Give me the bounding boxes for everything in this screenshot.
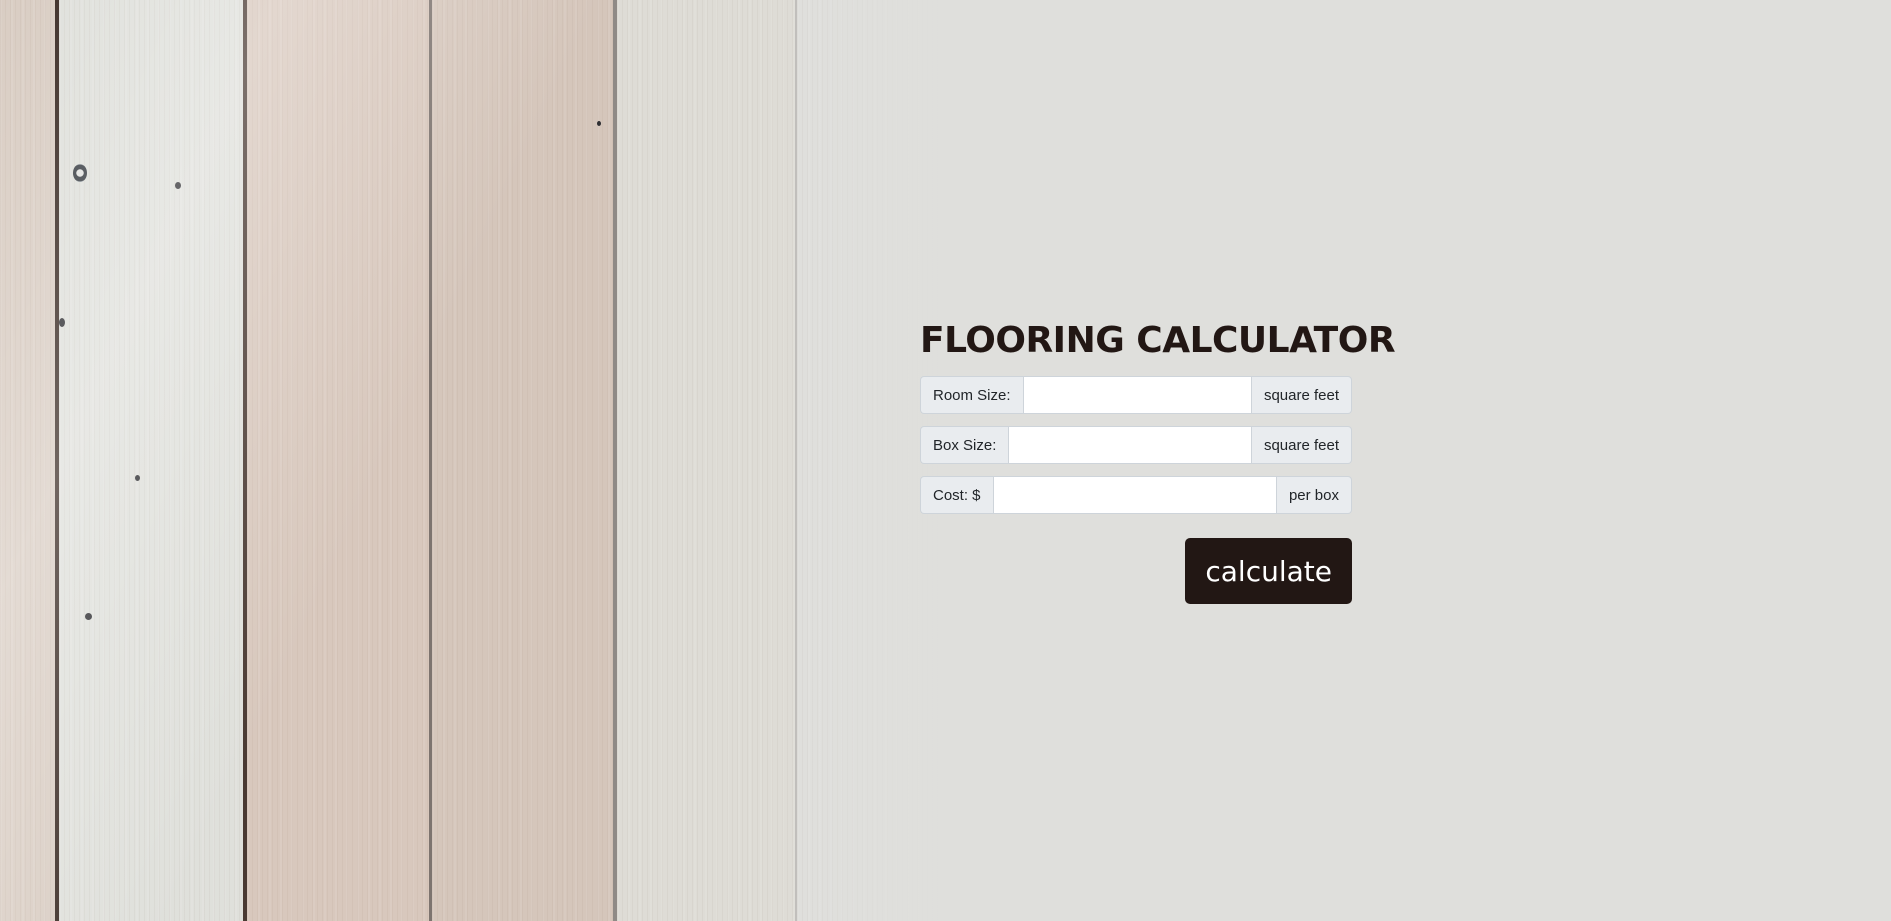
box-size-group: Box Size: square feet <box>920 426 1352 464</box>
wood-plank <box>247 0 429 921</box>
wood-knot <box>73 164 87 182</box>
room-size-input[interactable] <box>1022 376 1252 414</box>
plank-gap <box>55 0 59 921</box>
room-size-label: Room Size: <box>920 376 1023 414</box>
plank-gap <box>429 0 432 921</box>
page-title: FLOORING CALCULATOR <box>920 320 1396 361</box>
wood-plank <box>617 0 795 921</box>
cost-group: Cost: $ per box <box>920 476 1352 514</box>
wood-knot <box>85 613 92 620</box>
wood-knot <box>59 318 65 327</box>
wood-knot <box>175 182 181 189</box>
cost-unit: per box <box>1276 476 1352 514</box>
room-size-group: Room Size: square feet <box>920 376 1352 414</box>
actions-row: calculate <box>920 538 1352 604</box>
plank-gap <box>795 0 797 921</box>
box-size-label: Box Size: <box>920 426 1009 464</box>
wood-plank <box>59 0 243 921</box>
cost-label: Cost: $ <box>920 476 993 514</box>
plank-gap <box>243 0 247 921</box>
calculator-panel: FLOORING CALCULATOR Room Size: square fe… <box>920 318 1396 604</box>
wood-knot <box>597 121 601 126</box>
wood-plank <box>432 0 613 921</box>
box-size-input[interactable] <box>1008 426 1252 464</box>
cost-input[interactable] <box>992 476 1277 514</box>
wood-knot <box>135 475 140 481</box>
calculate-button[interactable]: calculate <box>1185 538 1352 604</box>
wood-plank <box>0 0 55 921</box>
plank-gap <box>613 0 617 921</box>
box-size-unit: square feet <box>1251 426 1352 464</box>
room-size-unit: square feet <box>1251 376 1352 414</box>
